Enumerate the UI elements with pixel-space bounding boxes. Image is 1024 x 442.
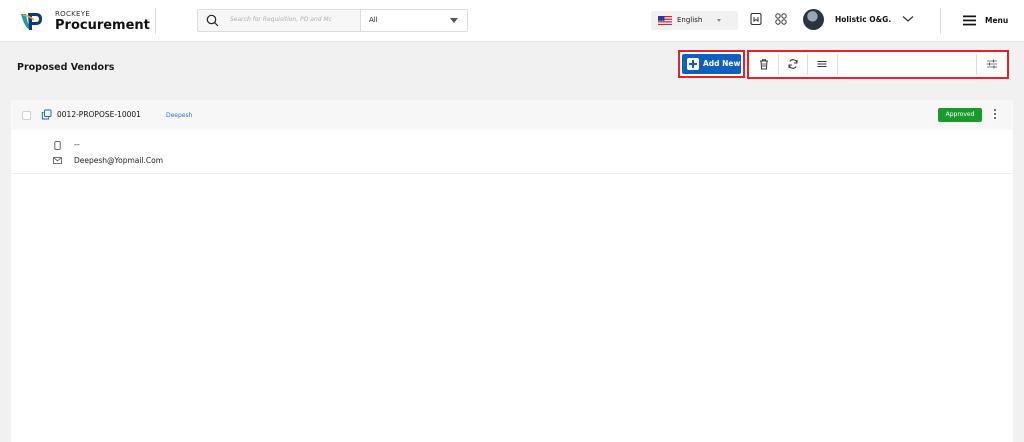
avatar[interactable] (803, 9, 824, 30)
list-view-button[interactable] (809, 54, 835, 75)
add-new-highlight: Add New (678, 50, 745, 78)
add-new-label: Add New (703, 59, 741, 68)
vendor-phone: -- (74, 140, 80, 149)
trash-icon (760, 59, 768, 70)
phone-icon (54, 141, 61, 150)
filter-sliders-icon (987, 59, 997, 69)
plus-icon (687, 58, 699, 70)
global-search-input[interactable]: Search for Requisition, PO and Mc (230, 16, 332, 23)
global-search-group[interactable]: Search for Requisition, PO and Mc All (197, 9, 468, 32)
search-scope-select[interactable]: All (361, 10, 467, 31)
refresh-icon (788, 59, 798, 69)
search-scope-value: All (369, 16, 378, 24)
delete-button[interactable] (751, 54, 777, 75)
toolbar-divider (778, 54, 779, 75)
filter-button[interactable] (979, 54, 1005, 75)
refresh-button[interactable] (780, 54, 806, 75)
company-name[interactable]: Holistic O&G. (835, 15, 891, 24)
toolbar-divider (976, 54, 977, 75)
us-flag-icon (658, 16, 672, 25)
vendor-email: Deepesh@Yopmail.Com (74, 156, 164, 165)
list-icon (817, 61, 827, 67)
more-options-icon[interactable] (994, 109, 997, 121)
page-title: Proposed Vendors (17, 62, 115, 73)
vendor-name-link[interactable]: Deepesh (166, 112, 192, 119)
toolbar-divider (807, 54, 808, 75)
caret-down-icon (717, 19, 721, 22)
search-icon[interactable] (206, 14, 219, 27)
add-new-button[interactable]: Add New (682, 54, 741, 74)
header-divider (155, 8, 156, 34)
rockeye-logo-icon[interactable] (19, 10, 45, 32)
status-badge: Approved (938, 108, 982, 122)
copy-icon[interactable] (41, 109, 52, 120)
apps-grid-icon[interactable] (774, 12, 788, 26)
hamburger-menu-icon[interactable] (963, 15, 976, 26)
language-selector[interactable]: English (651, 11, 738, 30)
chevron-down-icon[interactable] (902, 15, 914, 23)
list-search-input[interactable] (838, 54, 974, 75)
brand-title[interactable]: Procurement (55, 18, 150, 33)
mail-icon (53, 157, 62, 164)
list-toolbar (747, 50, 1009, 79)
list-item[interactable]: 0012-PROPOSE-10001 Deepesh Approved (11, 100, 1013, 130)
vendor-id[interactable]: 0012-PROPOSE-10001 (57, 110, 141, 119)
caret-down-icon (450, 18, 458, 23)
row-checkbox[interactable] (22, 111, 31, 120)
header-divider (940, 8, 941, 34)
language-label: English (677, 16, 703, 24)
vendor-list: 0012-PROPOSE-10001 Deepesh Approved -- D… (11, 100, 1013, 442)
top-header: ROCKEYE Procurement Search for Requisiti… (0, 0, 1024, 42)
menu-button[interactable]: Menu (985, 16, 1008, 25)
bookmark-icon[interactable] (749, 12, 763, 26)
brand-caption: ROCKEYE (55, 10, 91, 18)
row-divider (11, 173, 1013, 174)
